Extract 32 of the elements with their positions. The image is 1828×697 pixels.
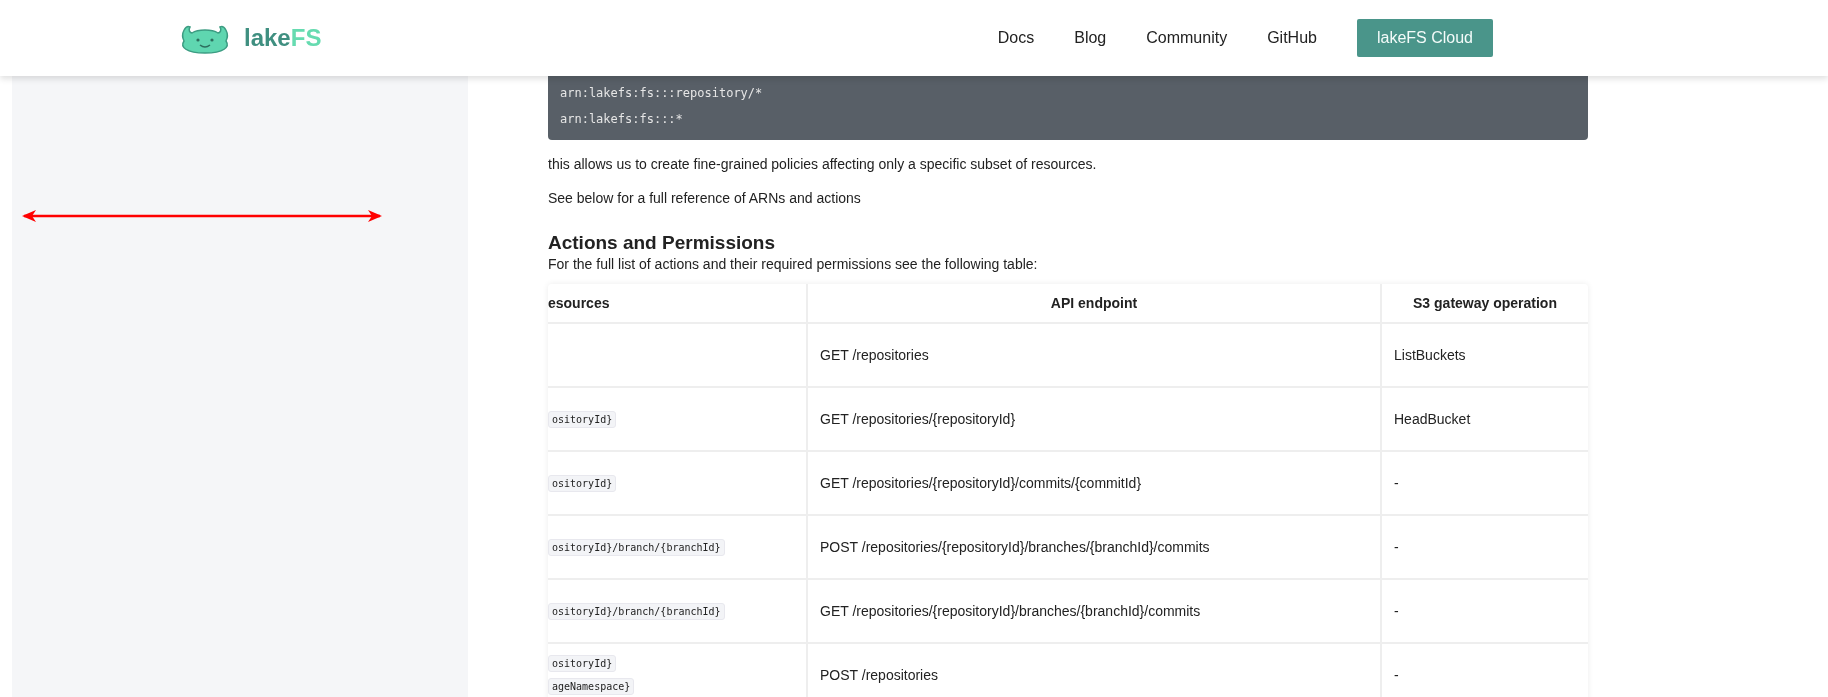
table-cell: GET /repositories/{repositoryId}/commits/{commitId} bbox=[808, 452, 1382, 514]
resource-code: ositoryId} bbox=[548, 655, 617, 672]
resource-code: ageNamespace} bbox=[548, 678, 635, 695]
nav-link[interactable]: Blog bbox=[1074, 29, 1107, 47]
table-cell-text: - bbox=[1393, 538, 1400, 557]
code-line: arn:lakefs:fs:::repository/* bbox=[560, 85, 764, 102]
column-header: esources bbox=[548, 284, 808, 322]
paragraph: See below for a full reference of ARNs and actions bbox=[548, 189, 862, 208]
section-intro: For the full list of actions and their required permissions see the following table: bbox=[548, 256, 1039, 272]
logo[interactable]: lakeFS bbox=[178, 21, 322, 55]
column-header: API endpoint bbox=[808, 284, 1382, 322]
column-header: S3 gateway operation bbox=[1412, 294, 1558, 313]
table-cell: POST /repositories/{repositoryId}/branches/{branchId}/commits bbox=[808, 516, 1382, 578]
table-cell-text: HeadBucket bbox=[1393, 410, 1472, 429]
table-cell: POST /repositories bbox=[808, 644, 1382, 697]
table-cell-text: - bbox=[1393, 602, 1400, 621]
section-heading: Actions and Permissions bbox=[548, 232, 776, 254]
table-cell: GET /repositories/{repositoryId}/branches/{branchId}/commits bbox=[808, 580, 1382, 642]
code-line: arn:lakefs:fs:::* bbox=[560, 111, 684, 128]
resource-code: ositoryId} bbox=[548, 474, 617, 492]
table-cell-text: - bbox=[1393, 474, 1400, 493]
nav-link[interactable]: Docs bbox=[997, 29, 1035, 47]
table-cell-text: ListBuckets bbox=[1393, 346, 1467, 365]
nav-link[interactable]: GitHub bbox=[1267, 29, 1317, 47]
resource-code: ositoryId}/branch/{branchId} bbox=[548, 602, 725, 620]
nav-link[interactable]: Community bbox=[1146, 29, 1228, 47]
paragraph: this allows us to create fine-grained policies affecting only a specific subset of resources. bbox=[548, 155, 1098, 174]
table-cell-text: - bbox=[1393, 666, 1400, 685]
table-cell: GET /repositories bbox=[808, 324, 1382, 386]
resource-code: ositoryId} bbox=[548, 410, 617, 428]
table-cell: GET /repositories/{repositoryId} bbox=[808, 388, 1382, 450]
resource-code: ositoryId}/branch/{branchId} bbox=[548, 538, 725, 556]
